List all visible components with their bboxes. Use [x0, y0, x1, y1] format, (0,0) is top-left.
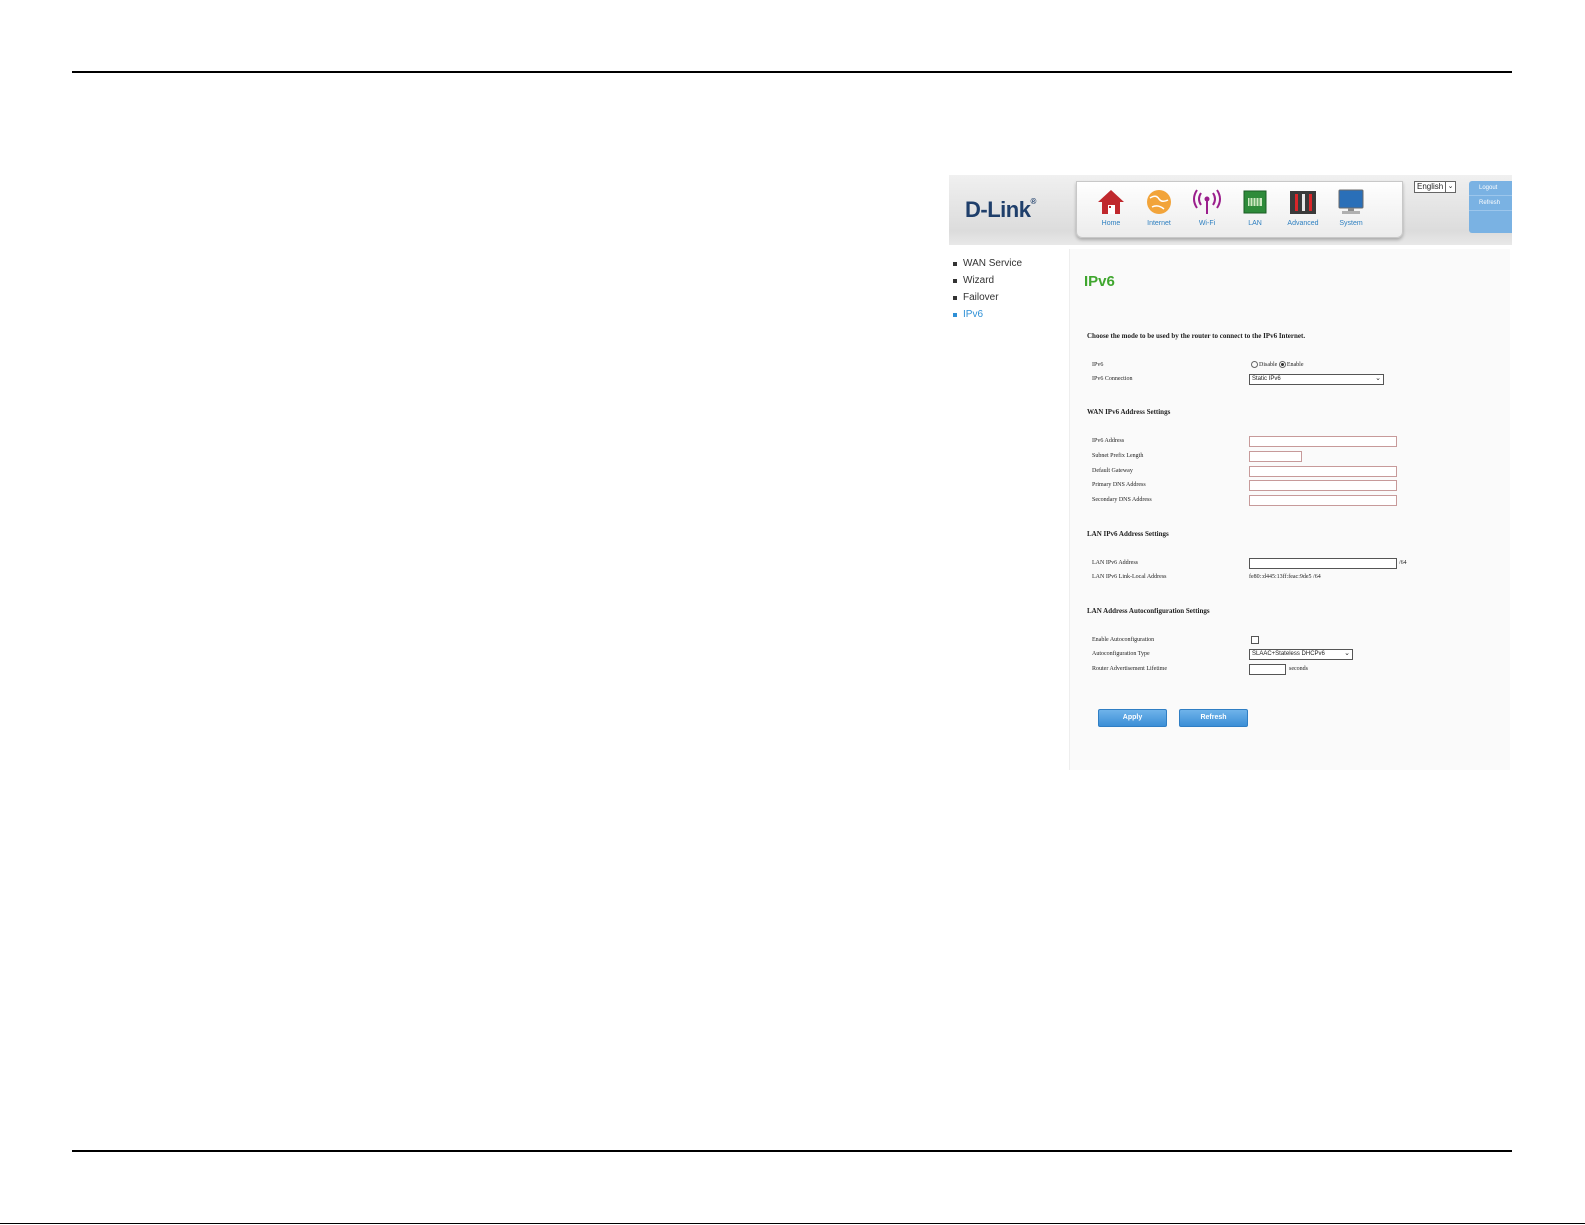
ipv6-connection-label: IPv6 Connection — [1092, 376, 1133, 382]
sidebar-item-failover[interactable]: Failover — [949, 289, 1069, 306]
globe-icon — [1147, 190, 1171, 214]
tools-icon — [1290, 191, 1316, 214]
main-nav: Home Internet Wi-Fi LAN Advanced System — [1076, 181, 1403, 238]
subnet-prefix-input[interactable] — [1249, 451, 1302, 462]
nav-internet[interactable]: Internet — [1135, 184, 1183, 234]
wan-section-title: WAN IPv6 Address Settings — [1087, 408, 1171, 416]
chevron-down-icon: ⌄ — [1344, 650, 1350, 657]
autoconfig-section-title: LAN Address Autoconfiguration Settings — [1087, 607, 1210, 615]
autoconfig-type-label: Autoconfiguration Type — [1092, 651, 1150, 657]
settings-panel: IPv6 Choose the mode to be used by the r… — [1069, 249, 1510, 770]
lan-ipv6-address-label: LAN IPv6 Address — [1092, 560, 1138, 566]
ra-lifetime-input[interactable] — [1249, 664, 1286, 675]
dlink-logo: D-Link® — [965, 197, 1036, 222]
nav-system[interactable]: System — [1327, 184, 1375, 234]
nav-wifi[interactable]: Wi-Fi — [1183, 184, 1231, 234]
page-title: IPv6 — [1084, 273, 1115, 290]
lan-icon — [1243, 190, 1267, 214]
primary-dns-input[interactable] — [1249, 480, 1397, 491]
router-ui-screenshot: D-Link® Home Internet Wi-Fi LAN Advanced… — [949, 175, 1512, 770]
top-rule — [72, 71, 1512, 73]
lan-section-title: LAN IPv6 Address Settings — [1087, 530, 1169, 538]
ipv6-connection-select[interactable]: Static IPv6 ⌄ — [1249, 374, 1384, 385]
secondary-dns-input[interactable] — [1249, 495, 1397, 506]
nav-home[interactable]: Home — [1087, 184, 1135, 234]
enable-autoconfig-checkbox[interactable] — [1251, 636, 1259, 644]
session-buttons: Logout Refresh — [1469, 181, 1512, 233]
chevron-down-icon: ⌄ — [1375, 375, 1381, 382]
enable-radio[interactable] — [1278, 361, 1286, 368]
ra-lifetime-label: Router Advertisement Lifetime — [1092, 666, 1167, 672]
default-gateway-label: Default Gateway — [1092, 468, 1133, 474]
refresh-button[interactable]: Refresh — [1179, 709, 1248, 727]
refresh-session-button[interactable]: Refresh — [1469, 196, 1512, 211]
sidebar-item-wizard[interactable]: Wizard — [949, 272, 1069, 289]
sidebar-menu: WAN Service Wizard Failover IPv6 — [949, 245, 1069, 323]
primary-dns-label: Primary DNS Address — [1092, 482, 1146, 488]
bottom-rule — [72, 1150, 1512, 1152]
link-local-value: fe80::d445:13ff:feac:9de5 /64 — [1249, 574, 1321, 580]
language-select[interactable]: English ⌄ — [1414, 181, 1456, 193]
sidebar-item-ipv6[interactable]: IPv6 — [949, 306, 1069, 323]
ipv6-mode-radios: Disable Enable — [1251, 361, 1304, 368]
nav-lan[interactable]: LAN — [1231, 184, 1279, 234]
wifi-icon — [1193, 189, 1221, 214]
enable-autoconfig-label: Enable Autoconfiguration — [1092, 637, 1155, 643]
page-edge-line — [0, 1223, 1585, 1224]
monitor-icon — [1338, 189, 1364, 214]
ipv6-address-label: IPv6 Address — [1092, 438, 1125, 444]
link-local-label: LAN IPv6 Link-Local Address — [1092, 574, 1167, 580]
default-gateway-input[interactable] — [1249, 466, 1397, 477]
lan-ipv6-address-input[interactable] — [1249, 558, 1397, 569]
ipv6-address-input[interactable] — [1249, 436, 1397, 447]
subnet-prefix-label: Subnet Prefix Length — [1092, 453, 1144, 459]
disable-radio[interactable] — [1251, 361, 1258, 368]
autoconfig-type-select[interactable]: SLAAC+Stateless DHCPv6 ⌄ — [1249, 649, 1353, 660]
secondary-dns-label: Secondary DNS Address — [1092, 497, 1152, 503]
logout-button[interactable]: Logout — [1469, 181, 1512, 196]
home-icon — [1098, 190, 1124, 214]
sidebar-item-wan-service[interactable]: WAN Service — [949, 255, 1069, 272]
header-bar: D-Link® Home Internet Wi-Fi LAN Advanced… — [949, 175, 1512, 245]
apply-button[interactable]: Apply — [1098, 709, 1167, 727]
lan-prefix-suffix: /64 — [1399, 560, 1407, 566]
ipv6-label: IPv6 — [1092, 362, 1104, 368]
ra-lifetime-unit: seconds — [1289, 666, 1308, 672]
nav-advanced[interactable]: Advanced — [1279, 184, 1327, 234]
chevron-down-icon: ⌄ — [1445, 182, 1455, 192]
intro-text: Choose the mode to be used by the router… — [1087, 332, 1306, 340]
